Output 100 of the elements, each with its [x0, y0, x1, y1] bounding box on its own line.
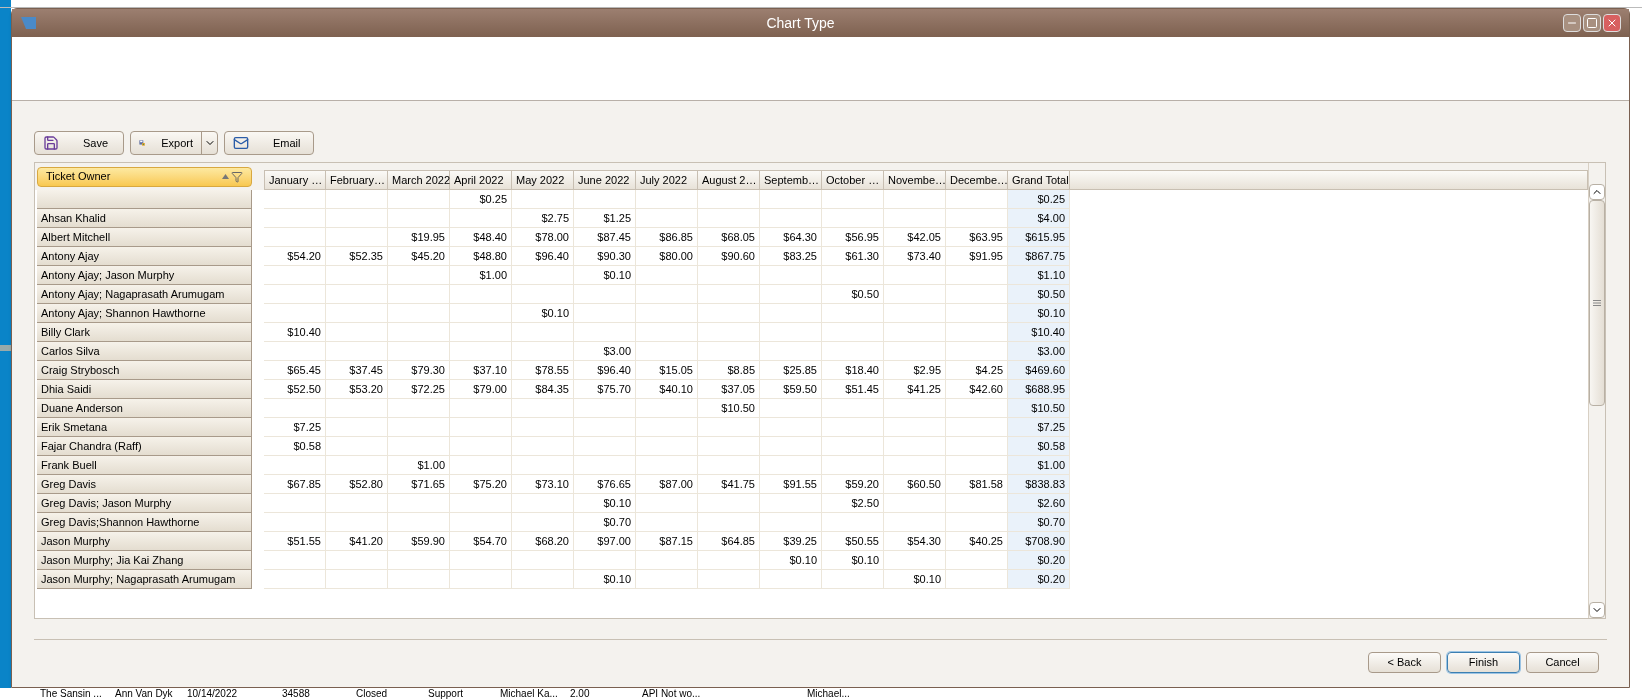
value-cell [698, 570, 760, 589]
value-cell: $68.05 [698, 228, 760, 247]
value-cell [326, 323, 388, 342]
dialog-button[interactable]: Cancel [1526, 652, 1599, 673]
value-cell: $73.10 [512, 475, 574, 494]
vertical-scrollbar[interactable] [1588, 163, 1605, 618]
value-cell [574, 399, 636, 418]
value-cell [264, 551, 326, 570]
value-cell [760, 418, 822, 437]
value-cell [636, 266, 698, 285]
export-button[interactable]: Export [131, 132, 201, 154]
value-cell [326, 285, 388, 304]
value-cell [884, 494, 946, 513]
value-cell: $65.45 [264, 361, 326, 380]
envelope-icon [233, 135, 249, 151]
row-header: Fajar Chandra (Raff) [37, 437, 252, 456]
value-cell: $91.95 [946, 247, 1008, 266]
value-cell: $7.25 [264, 418, 326, 437]
value-cell: $48.80 [450, 247, 512, 266]
row-header: Jason Murphy; Jia Kai Zhang [37, 551, 252, 570]
row-header: Craig Strybosch [37, 361, 252, 380]
close-button[interactable] [1603, 14, 1621, 32]
value-cell [326, 190, 388, 209]
value-cell [946, 456, 1008, 475]
background-table-cell-text: The Sansin ... [40, 688, 103, 700]
value-cell [760, 513, 822, 532]
value-cell: $59.50 [760, 380, 822, 399]
value-cell: $4.25 [946, 361, 1008, 380]
dialog-button[interactable]: < Back [1368, 652, 1441, 673]
value-cell: $78.55 [512, 361, 574, 380]
ticket-owner-field[interactable]: Ticket Owner [37, 166, 252, 187]
value-cell: $59.90 [388, 532, 450, 551]
value-cell: $37.05 [698, 380, 760, 399]
value-cell [388, 418, 450, 437]
save-button[interactable]: Save [34, 131, 124, 155]
value-cell [264, 513, 326, 532]
value-cell [884, 437, 946, 456]
grand-total-cell: $0.20 [1008, 551, 1070, 570]
value-cell [822, 456, 884, 475]
grand-total-cell: $688.95 [1008, 380, 1070, 399]
value-cell: $75.20 [450, 475, 512, 494]
value-cell: $53.20 [326, 380, 388, 399]
value-cell [636, 285, 698, 304]
value-cell [450, 437, 512, 456]
value-cell [512, 190, 574, 209]
value-cell: $52.50 [264, 380, 326, 399]
background-table-cell-text: 2.00 [570, 688, 591, 700]
dialog-button[interactable]: Finish [1447, 652, 1520, 673]
grand-total-cell: $0.58 [1008, 437, 1070, 456]
value-cell: $40.25 [946, 532, 1008, 551]
value-cell: $41.20 [326, 532, 388, 551]
minimize-button[interactable] [1563, 14, 1581, 32]
value-cell: $90.60 [698, 247, 760, 266]
column-header: Decembe… [946, 170, 1008, 190]
value-cell [822, 399, 884, 418]
export-dropdown-button[interactable] [201, 132, 217, 154]
column-header: May 2022 [512, 170, 574, 190]
scroll-down-button[interactable] [1589, 602, 1605, 618]
value-cell [264, 342, 326, 361]
value-cell: $56.95 [822, 228, 884, 247]
value-cell: $1.00 [388, 456, 450, 475]
grand-total-cell: $7.25 [1008, 418, 1070, 437]
email-button[interactable]: Email [224, 131, 314, 155]
scroll-thumb[interactable] [1589, 200, 1605, 406]
value-cell [946, 551, 1008, 570]
value-cell [388, 342, 450, 361]
value-cell: $0.10 [574, 266, 636, 285]
value-cell [388, 190, 450, 209]
value-cell: $10.50 [698, 399, 760, 418]
value-cell [574, 418, 636, 437]
value-cell [450, 304, 512, 323]
value-cell [512, 399, 574, 418]
value-cell [636, 570, 698, 589]
export-split-button[interactable]: Export [130, 131, 218, 155]
row-header: Dhia Saidi [37, 380, 252, 399]
value-cell: $87.45 [574, 228, 636, 247]
value-cell [574, 285, 636, 304]
value-cell: $60.50 [884, 475, 946, 494]
value-cell [636, 513, 698, 532]
value-cell [450, 418, 512, 437]
grand-total-cell: $0.20 [1008, 570, 1070, 589]
grand-total-cell: $838.83 [1008, 475, 1070, 494]
value-cell [946, 513, 1008, 532]
value-cell: $2.50 [822, 494, 884, 513]
value-cell [760, 209, 822, 228]
column-header: February… [326, 170, 388, 190]
value-cell [388, 437, 450, 456]
value-cell [326, 513, 388, 532]
value-cell: $0.10 [574, 570, 636, 589]
value-cell: $8.85 [698, 361, 760, 380]
scroll-up-button[interactable] [1589, 184, 1605, 200]
value-cell [264, 285, 326, 304]
grand-total-cell: $1.00 [1008, 456, 1070, 475]
row-header: Ahsan Khalid [37, 209, 252, 228]
grand-total-cell: $2.60 [1008, 494, 1070, 513]
value-cell [884, 323, 946, 342]
value-cell [264, 266, 326, 285]
value-cell [760, 437, 822, 456]
value-cell [946, 570, 1008, 589]
maximize-button[interactable] [1583, 14, 1601, 32]
